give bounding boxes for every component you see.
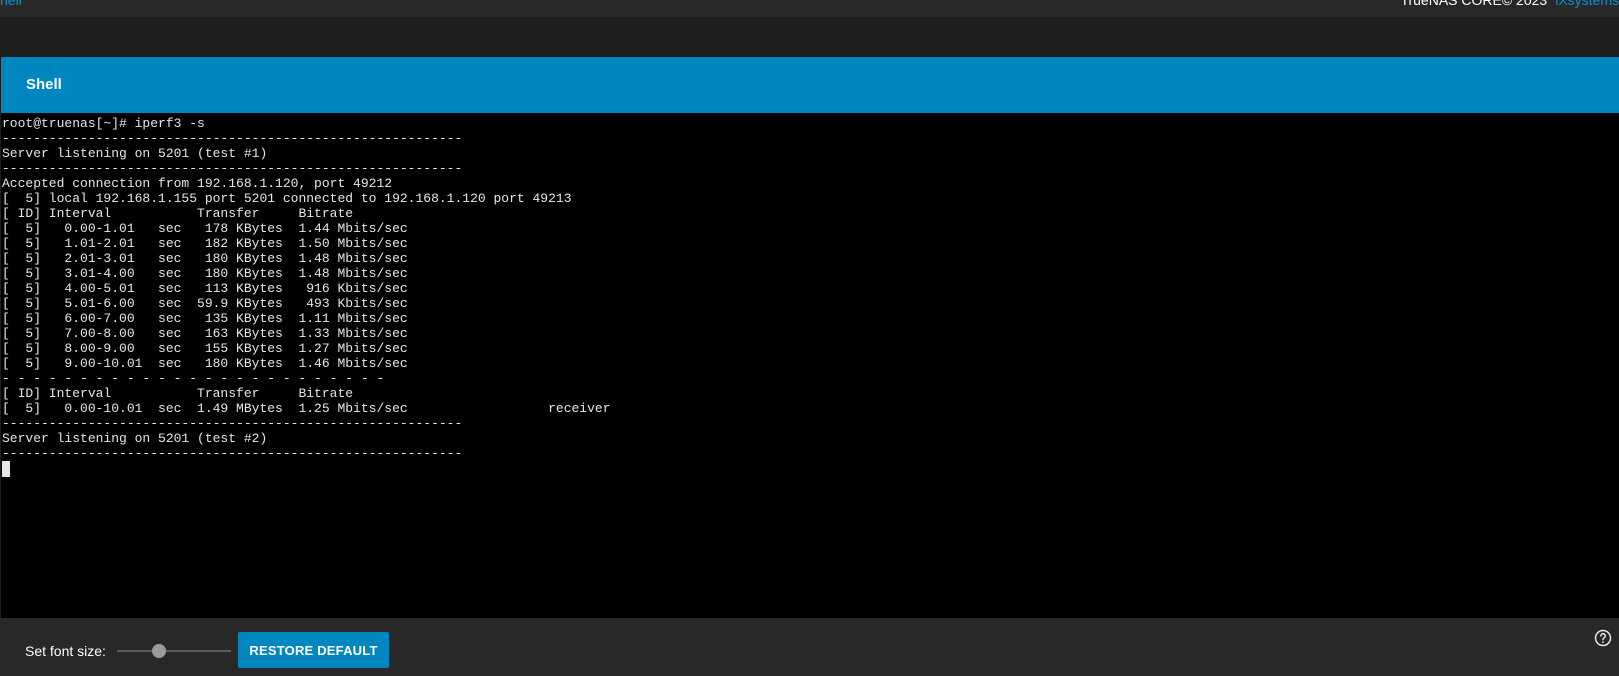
page-gap bbox=[0, 17, 1619, 57]
help-circle-icon[interactable] bbox=[1594, 629, 1612, 647]
breadcrumb-link[interactable]: hell bbox=[0, 0, 22, 7]
shell-footer: Set font size: RESTORE DEFAULT bbox=[0, 618, 1619, 676]
page-title: Shell bbox=[26, 76, 62, 93]
shell-panel-header: Shell bbox=[1, 57, 1619, 113]
terminal-output: root@truenas[~]# iperf3 -s -------------… bbox=[2, 116, 611, 461]
font-size-label: Set font size: bbox=[25, 643, 106, 659]
copyright: TrueNAS CORE© 2023 iXsystems bbox=[1400, 0, 1619, 7]
version-text: TrueNAS CORE© 2023 bbox=[1400, 0, 1548, 8]
terminal[interactable]: root@truenas[~]# iperf3 -s -------------… bbox=[1, 113, 1619, 618]
restore-default-button[interactable]: RESTORE DEFAULT bbox=[238, 632, 389, 668]
terminal-cursor bbox=[2, 461, 10, 477]
top-bar: hell TrueNAS CORE© 2023 iXsystems bbox=[0, 0, 1619, 17]
font-size-slider[interactable] bbox=[117, 644, 231, 658]
ixsystems-link[interactable]: iXsystems bbox=[1555, 0, 1619, 8]
font-size-slider-thumb[interactable] bbox=[152, 644, 166, 658]
